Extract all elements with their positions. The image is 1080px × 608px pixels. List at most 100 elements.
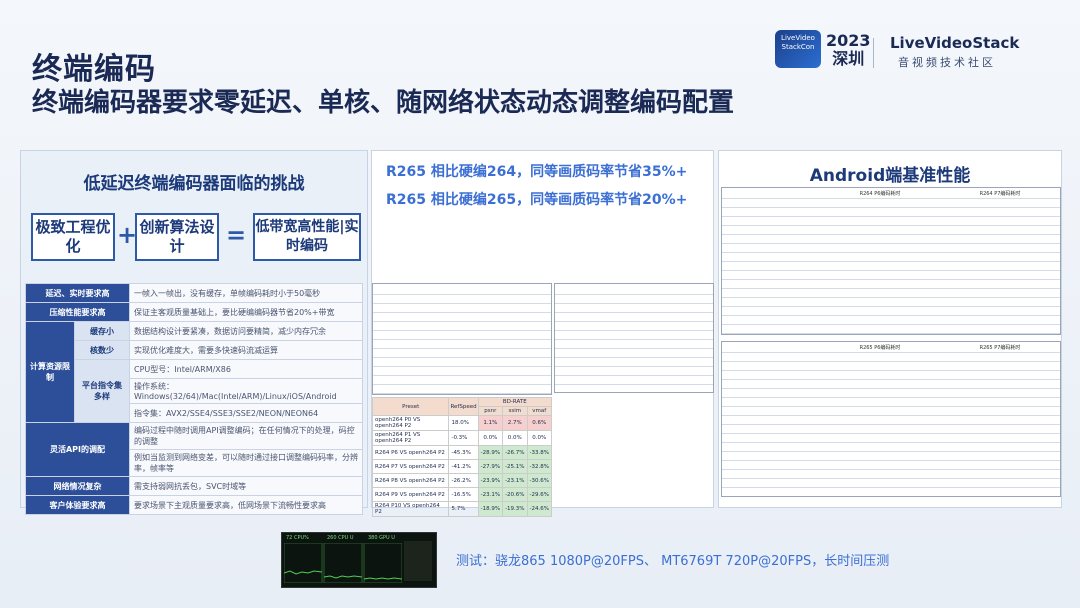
table-cell: -25.1% [502,459,528,474]
req-key: 网络情况复杂 [25,476,130,496]
monitor-graph [284,543,402,583]
req-value: 需支持弱网抗丢包，SVC时域等 [129,476,363,496]
grid-line [722,225,1060,226]
grid-line [555,357,713,358]
brand-logo: LiveVideoStack [890,34,1020,52]
table-cell: R264 P8 VS openh264 P2 [371,473,450,488]
grid-line [722,415,1060,416]
table-cell: -26.2% [448,473,479,488]
compare-body: openh264 P0 VS openh264 P2 18.0% 1.1% 2.7% 0… [371,415,553,517]
table-cell: 0.0% [526,430,553,446]
req-value: CPU型号：Intel/ARM/X86 [129,359,363,379]
table-cell: 0.6% [526,415,553,431]
grid-line [373,375,551,376]
compare-line-264: R265 相比硬编264，同等画质码率节省35%+ [386,164,688,180]
grid-line [722,424,1060,425]
req-subkey: 平台指令集多样 [74,359,130,423]
android-perf-title: Android端基准性能 [809,166,971,186]
table-cell: 0.0% [502,430,528,446]
grid-line [722,370,1060,371]
col-header: ssim [502,406,528,416]
android-perf-panel: Android端基准性能 R264 P6编码耗时 R264 P7编码耗时 R26… [718,150,1062,508]
table1-header-b: R264 P7编码耗时 [979,191,1021,197]
bdrate-thumb-table-2 [554,283,714,393]
table-cell: openh264 P1 VS openh264 P2 [371,430,450,446]
page-subtitle: 终端编码器要求零延迟、单核、随网络状态动态调整编码配置 [32,88,735,118]
grid-line [722,279,1060,280]
req-value: 指令集：AVX2/SSE4/SSE3/SSE2/NEON/NEON64 [129,403,363,423]
table-cell: -45.3% [448,445,479,460]
table-cell: -41.2% [448,459,479,474]
grid-line [722,406,1060,407]
grid-line [722,243,1060,244]
table-cell: -28.9% [477,445,504,460]
req-value: 要求场景下主观质量要求高，低网场景下流畅性要求高 [129,495,363,515]
table-cell: openh264 P0 VS openh264 P2 [371,415,450,431]
table-cell: 0.0% [477,430,504,446]
table-cell: -26.7% [502,445,528,460]
equals-symbol: = [226,221,247,249]
table-cell: -24.6% [526,501,553,517]
grid-line [722,379,1060,380]
table-cell: -19.3% [502,501,528,517]
grid-line [555,384,713,385]
req-key: 灵活API的调配 [25,422,130,477]
grid-line [555,339,713,340]
table-row: 灵活API的调配 编码过程中随时调用API调整编码；在任何情况下的处理，码控的调… [25,422,363,477]
table-cell: -23.1% [477,487,504,502]
grid-line [722,333,1060,334]
grid-line [722,216,1060,217]
req-value: 例如当监测到网络变差，可以随时通过接口调整编码码率，分辨率，帧率等 [129,449,363,477]
grid-line [722,442,1060,443]
grid-line [555,312,713,313]
grid-line [722,487,1060,488]
table-row: R264 P6 VS openh264 P2 -45.3% -28.9% -26.7%… [371,445,553,460]
grid-line [373,303,551,304]
grid-line [722,252,1060,253]
table-cell: 2.7% [502,415,528,431]
grid-line [722,460,1060,461]
grid-line [555,294,713,295]
req-value: 编码过程中随时调用API调整编码；在任何情况下的处理，码控的调整 [129,422,363,450]
conference-logo: LiveVideo StackCon [775,30,821,68]
grid-line [722,270,1060,271]
grid-line [722,388,1060,389]
req-value: 操作系统：Windows(32/64)/Mac(Intel/ARM)/Linux… [129,378,363,404]
grid-line [722,478,1060,479]
grid-line [373,321,551,322]
monitor-label: 380 GPU U [368,535,395,541]
table-cell: -20.6% [502,487,528,502]
table-cell: -27.9% [477,459,504,474]
conf-city: 深圳 [832,49,865,68]
compare-line-265: R265 相比硬编265，同等画质码率节省20%+ [386,192,688,208]
challenges-panel: 低延迟终端编码器面临的挑战 极致工程优化 + 创新算法设计 = 低带宽高性能|实… [20,150,368,515]
box-algorithm: 创新算法设计 [135,213,219,261]
conf-year: 2023 [826,31,871,50]
grid-line [555,303,713,304]
req-subkey: 核数少 [74,340,130,360]
preset-compare-table: Preset RefSpeed BD-RATE psnr ssim vmaf o… [371,397,553,517]
table-cell: 1.1% [477,415,504,431]
req-key: 延迟、实时要求高 [25,283,130,303]
table-row: 网络情况复杂 需支持弱网抗丢包，SVC时域等 [25,476,363,496]
grid-line [722,297,1060,298]
table-cell: -16.5% [448,487,479,502]
table-cell: -0.3% [448,430,479,446]
grid-line [555,366,713,367]
req-value: 一帧入一帧出，没有缓存，单帧编码耗时小于50毫秒 [129,283,363,303]
table-cell: R264 P6 VS openh264 P2 [371,445,450,460]
table-row: R264 P9 VS openh264 P2 -16.5% -23.1% -20.6%… [371,487,553,502]
req-key: 计算资源限制 [25,321,75,423]
col-header: psnr [477,406,504,416]
grid-line [373,366,551,367]
grid-line [722,288,1060,289]
grid-line [555,348,713,349]
table1-header-a: R264 P6编码耗时 [859,191,901,197]
req-value: 数据结构设计要紧凑，数据访问要精简，减少内存冗余 [129,321,363,341]
table-cell: -32.8% [526,459,553,474]
r264-perf-table: R264 P6编码耗时 R264 P7编码耗时 [721,187,1061,335]
table-row: 平台指令集多样 CPU型号：Intel/ARM/X86 [26,359,363,423]
monitor-label: 72 CPU% [286,535,309,541]
perf-monitor-screenshot: 72 CPU% 260 CPU U 380 GPU U [281,532,437,588]
req-value: 实现优化难度大，需要多快速码流减运算 [129,340,363,360]
